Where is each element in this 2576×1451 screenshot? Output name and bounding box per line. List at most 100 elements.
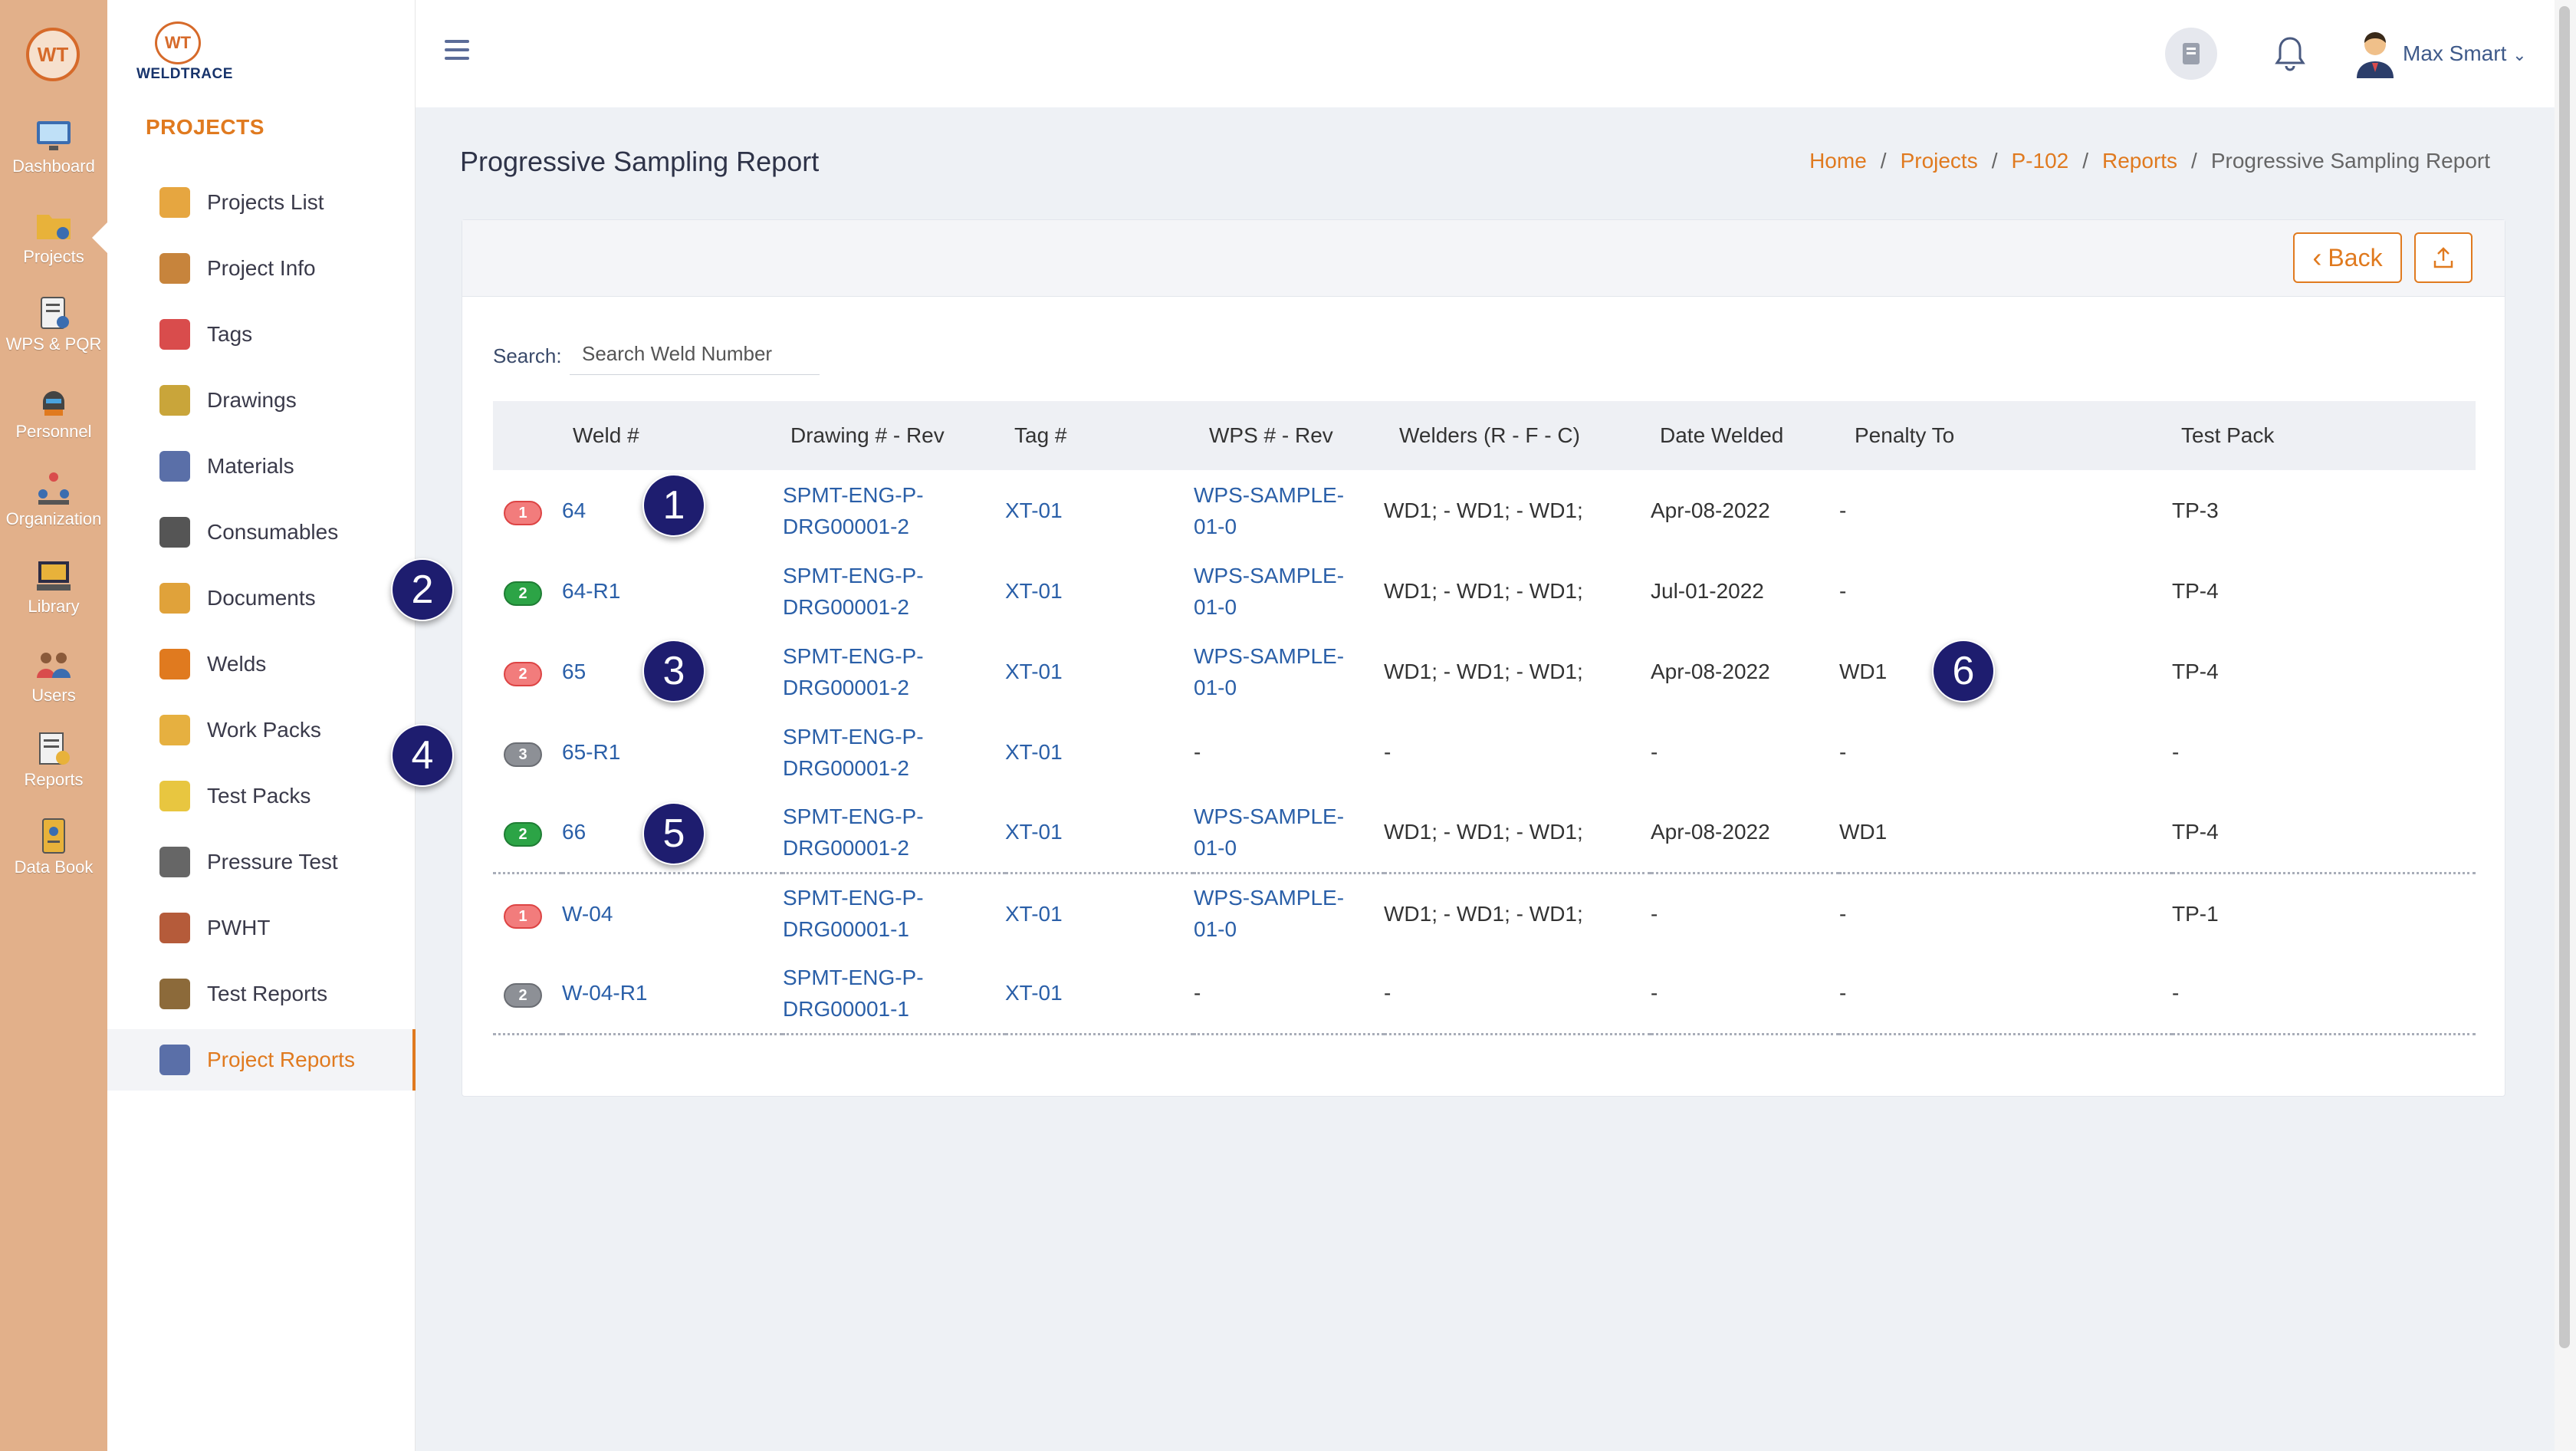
sample-count-badge: 2: [504, 581, 542, 606]
test-pack-cell: TP-4: [2172, 660, 2219, 683]
header-test-pack[interactable]: Test Pack: [2172, 401, 2476, 470]
wps-link[interactable]: WPS-SAMPLE- 01-0: [1194, 886, 1344, 941]
user-avatar[interactable]: [2352, 29, 2398, 78]
drawing-link[interactable]: SPMT-ENG-P- DRG00001-2: [783, 644, 924, 699]
header-weld[interactable]: Weld #: [562, 401, 783, 470]
subnav-item-projects-list[interactable]: Projects List: [107, 172, 416, 233]
weld-link[interactable]: 64: [562, 498, 586, 522]
breadcrumb-home[interactable]: Home: [1809, 149, 1867, 173]
weld-link[interactable]: 64-R1: [562, 579, 620, 603]
subnav-item-label: Tags: [207, 322, 253, 346]
breadcrumb-project[interactable]: P-102: [2012, 149, 2069, 173]
wps-link[interactable]: WPS-SAMPLE- 01-0: [1194, 564, 1344, 619]
tag-link[interactable]: XT-01: [1005, 902, 1063, 926]
subnav-item-test-reports[interactable]: Test Reports: [107, 963, 416, 1025]
drawing-line-1: SPMT-ENG-P-: [783, 724, 924, 749]
notification-bell-icon[interactable]: [2271, 34, 2309, 74]
search-label: Search:: [493, 344, 562, 367]
subnav-item-documents[interactable]: Documents: [107, 568, 416, 629]
tag-link[interactable]: XT-01: [1005, 981, 1063, 1005]
rail-item-users[interactable]: Users: [0, 644, 107, 706]
page-scrollbar[interactable]: [2555, 0, 2576, 1451]
tag-link[interactable]: XT-01: [1005, 820, 1063, 844]
subnav-item-project-reports[interactable]: Project Reports: [107, 1029, 416, 1091]
wps-link[interactable]: WPS-SAMPLE- 01-0: [1194, 644, 1344, 699]
weld-link[interactable]: W-04: [562, 902, 613, 926]
weld-link[interactable]: 65: [562, 660, 586, 683]
weld-link[interactable]: 65-R1: [562, 740, 620, 764]
welders-cell: WD1; - WD1; - WD1;: [1384, 498, 1583, 522]
subnav-item-work-packs[interactable]: Work Packs: [107, 699, 416, 761]
subnav-item-welds[interactable]: Welds: [107, 633, 416, 695]
work-packs-icon: [159, 715, 190, 745]
subnav-item-tags[interactable]: Tags: [107, 304, 416, 365]
subnav-item-project-info[interactable]: Project Info: [107, 238, 416, 299]
tag-link[interactable]: XT-01: [1005, 740, 1063, 764]
scrollbar-thumb[interactable]: [2559, 6, 2570, 1348]
drawing-line-1: SPMT-ENG-P-: [783, 563, 924, 587]
wps-clipboard-icon: [34, 293, 74, 333]
rail-item-library[interactable]: Library: [0, 555, 107, 617]
subnav-item-consumables[interactable]: Consumables: [107, 502, 416, 563]
user-name: Max Smart: [2403, 41, 2507, 65]
drawing-link[interactable]: SPMT-ENG-P- DRG00001-1: [783, 886, 924, 941]
wps-line-2: 01-0: [1194, 675, 1237, 699]
callout-5: 5: [642, 802, 705, 865]
subnav-item-drawings[interactable]: Drawings: [107, 370, 416, 431]
user-menu[interactable]: Max Smart ⌄: [2403, 41, 2527, 66]
breadcrumb-reports[interactable]: Reports: [2102, 149, 2177, 173]
rail-item-projects[interactable]: Projects: [0, 206, 107, 267]
subnav-item-pressure-test[interactable]: Pressure Test: [107, 831, 416, 893]
welders-cell: WD1; - WD1; - WD1;: [1384, 660, 1583, 683]
subnav-item-pwht[interactable]: PWHT: [107, 897, 416, 959]
header-tag[interactable]: Tag #: [1005, 401, 1194, 470]
rail-item-dashboard[interactable]: Dashboard: [0, 115, 107, 176]
callout-2: 2: [391, 558, 454, 621]
subnav-item-label: Work Packs: [207, 718, 321, 742]
rail-item-data-book[interactable]: Data Book: [0, 816, 107, 877]
drawing-link[interactable]: SPMT-ENG-P- DRG00001-2: [783, 725, 924, 780]
subnav-item-test-packs[interactable]: Test Packs: [107, 765, 416, 827]
test-pack-cell: TP-3: [2172, 498, 2219, 522]
drawing-link[interactable]: SPMT-ENG-P- DRG00001-2: [783, 483, 924, 538]
welders-cell: -: [1384, 981, 1392, 1005]
header-drawing[interactable]: Drawing # - Rev: [783, 401, 1005, 470]
back-button[interactable]: ‹ Back: [2293, 232, 2402, 283]
welders-cell: -: [1384, 740, 1392, 764]
wps-line-1: WPS-SAMPLE-: [1194, 886, 1345, 910]
tag-link[interactable]: XT-01: [1005, 498, 1063, 522]
drawing-link[interactable]: SPMT-ENG-P- DRG00001-1: [783, 966, 924, 1021]
users-icon: [34, 644, 74, 684]
header-wps[interactable]: WPS # - Rev: [1194, 401, 1384, 470]
weldtrace-logo-icon[interactable]: WT: [26, 28, 80, 81]
book-icon[interactable]: [2165, 28, 2217, 80]
rail-item-organization[interactable]: Organization: [0, 468, 107, 529]
drawing-link[interactable]: SPMT-ENG-P- DRG00001-2: [783, 564, 924, 619]
data-book-icon: [34, 816, 74, 856]
header-welders[interactable]: Welders (R - F - C): [1384, 401, 1651, 470]
breadcrumb-projects[interactable]: Projects: [1901, 149, 1978, 173]
weld-link[interactable]: 66: [562, 820, 586, 844]
subnav-item-label: PWHT: [207, 916, 271, 939]
header-date[interactable]: Date Welded: [1651, 401, 1839, 470]
weldtrace-brand[interactable]: WT WELDTRACE: [136, 21, 233, 83]
export-button[interactable]: [2414, 232, 2472, 283]
drawing-link[interactable]: SPMT-ENG-P- DRG00001-2: [783, 804, 924, 860]
header-penalty[interactable]: Penalty To: [1839, 401, 2172, 470]
search-input[interactable]: [570, 334, 820, 375]
sample-count-badge: 2: [504, 822, 542, 847]
tag-link[interactable]: XT-01: [1005, 660, 1063, 683]
rail-item-personnel[interactable]: Personnel: [0, 380, 107, 442]
weld-link[interactable]: W-04-R1: [562, 981, 648, 1005]
drawing-line-2: DRG00001-1: [783, 996, 909, 1021]
rail-item-reports[interactable]: Reports: [0, 729, 107, 790]
rail-item-wps-pqr[interactable]: WPS & PQR: [0, 293, 107, 354]
subnav-item-materials[interactable]: Materials: [107, 436, 416, 497]
wps-link[interactable]: WPS-SAMPLE- 01-0: [1194, 804, 1344, 860]
wps-link[interactable]: WPS-SAMPLE- 01-0: [1194, 483, 1344, 538]
hamburger-menu-icon[interactable]: [445, 40, 469, 64]
tag-link[interactable]: XT-01: [1005, 579, 1063, 603]
pwht-icon: [159, 913, 190, 943]
wps-cell: -: [1194, 740, 1201, 764]
subnav-item-label: Projects List: [207, 190, 324, 214]
